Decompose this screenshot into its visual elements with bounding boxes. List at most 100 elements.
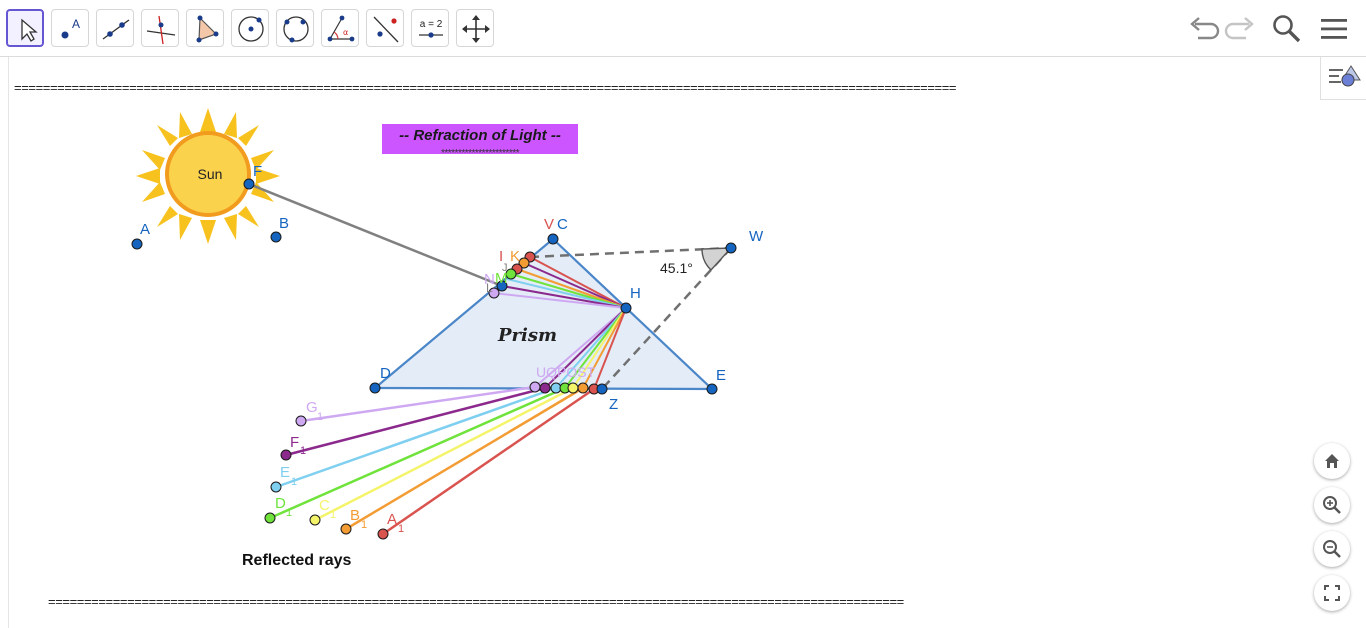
- home-icon: [1325, 454, 1339, 468]
- style-bar-toggle[interactable]: [1320, 57, 1366, 100]
- svg-text:1: 1: [398, 523, 404, 535]
- point-tool-button[interactable]: A: [51, 9, 89, 47]
- point-C: [547, 233, 559, 245]
- polygon-icon: [196, 15, 219, 43]
- point-B1: [340, 523, 352, 535]
- svg-text:1: 1: [291, 476, 297, 488]
- line-tool-button[interactable]: [96, 9, 134, 47]
- angle-icon: α: [327, 15, 355, 42]
- slider-icon: a = 2: [419, 19, 443, 38]
- angle-tool-button[interactable]: α: [321, 9, 359, 47]
- redo-icon: [1224, 17, 1254, 40]
- move-graphics-view-tool-button[interactable]: [456, 9, 494, 47]
- svg-text:a = 2: a = 2: [420, 19, 443, 30]
- undo-icon: [1190, 17, 1220, 40]
- label-G1: G: [306, 399, 318, 416]
- point-C1: [309, 514, 321, 526]
- point-B: [270, 231, 282, 243]
- label-K: K: [510, 248, 520, 265]
- sun-label: Sun: [198, 166, 223, 182]
- label-D1: D: [275, 495, 286, 512]
- zoom-in-button[interactable]: [1314, 487, 1350, 523]
- label-A: A: [140, 221, 150, 238]
- label-W: W: [749, 228, 764, 245]
- point-T: [577, 382, 589, 394]
- point-Z: [596, 383, 608, 395]
- point-D: [369, 382, 381, 394]
- label-F1: F: [290, 434, 299, 451]
- point-icon: A: [61, 17, 80, 39]
- label-A1: A: [387, 511, 397, 528]
- point-Q: [539, 382, 551, 394]
- point-W: [725, 242, 737, 254]
- perpendicular-icon: [146, 15, 176, 45]
- slider-tool-button[interactable]: a = 2: [411, 9, 449, 47]
- svg-text:α: α: [343, 28, 348, 37]
- point-E1: [270, 481, 282, 493]
- label-Z: Z: [609, 396, 618, 413]
- geometry-canvas[interactable]: Sun 45.1° A B F V C W H D E Z I K J M N …: [0, 57, 1366, 628]
- circle-3pts-icon: [283, 16, 309, 43]
- label-M: M: [495, 270, 508, 287]
- circle-center-point-tool-button[interactable]: [231, 9, 269, 47]
- label-B1: B: [350, 507, 360, 524]
- circle-icon: [238, 16, 264, 42]
- label-C1: C: [319, 497, 330, 514]
- angle-value: 45.1°: [660, 260, 693, 276]
- point-H: [620, 302, 632, 314]
- label-D: D: [380, 365, 391, 382]
- style-bar-icon: [1329, 65, 1361, 87]
- zoom-in-icon: [1323, 496, 1341, 514]
- main-menu-button[interactable]: [1317, 12, 1351, 46]
- point-S: [567, 382, 579, 394]
- label-H: H: [630, 285, 641, 302]
- point-F: [243, 178, 255, 190]
- perpendicular-line-tool-button[interactable]: [141, 9, 179, 47]
- zoom-out-icon: [1323, 540, 1341, 558]
- fullscreen-icon: [1324, 585, 1340, 601]
- label-UQPOST: UQPOST: [536, 364, 596, 380]
- point-D1: [264, 512, 276, 524]
- point-U: [529, 381, 541, 393]
- svg-text:1: 1: [317, 411, 323, 423]
- line-icon: [102, 19, 130, 40]
- arrow-cursor-icon: [21, 18, 38, 42]
- reflect-icon: [373, 16, 399, 43]
- svg-text:1: 1: [361, 519, 367, 531]
- point-F1: [280, 449, 292, 461]
- reflected-rays-caption: Reflected rays: [242, 552, 352, 569]
- point-A: [131, 238, 143, 250]
- prism-label: Prism: [497, 325, 557, 346]
- undo-button[interactable]: [1186, 12, 1220, 46]
- point-E: [706, 383, 718, 395]
- separator-top: ========================================…: [14, 80, 957, 95]
- point-M: [505, 268, 517, 280]
- label-V: V: [544, 216, 554, 233]
- svg-text:1: 1: [286, 507, 292, 519]
- move-view-icon: [462, 15, 490, 43]
- label-E: E: [716, 367, 726, 384]
- home-button[interactable]: [1314, 443, 1350, 479]
- label-E1: E: [280, 464, 290, 481]
- move-tool-button[interactable]: [6, 9, 44, 47]
- label-F: F: [253, 163, 262, 180]
- graphics-view[interactable]: Sun 45.1° A B F V C W H D E Z I K J M N …: [0, 57, 1366, 628]
- label-B: B: [279, 215, 289, 232]
- circle-three-points-tool-button[interactable]: [276, 9, 314, 47]
- svg-text:1: 1: [330, 509, 336, 521]
- incident-ray[interactable]: [248, 182, 503, 288]
- point-G1: [295, 415, 307, 427]
- label-C: C: [557, 216, 568, 233]
- menu-icon: [1321, 19, 1347, 39]
- redo-button[interactable]: [1224, 12, 1258, 46]
- point-A1: [377, 528, 389, 540]
- svg-text:1: 1: [300, 445, 306, 457]
- zoom-out-button[interactable]: [1314, 531, 1350, 567]
- page-title: -- Refraction of Light --: [399, 127, 561, 144]
- separator-bottom: ========================================…: [48, 594, 904, 609]
- polygon-tool-button[interactable]: [186, 9, 224, 47]
- fullscreen-button[interactable]: [1314, 575, 1350, 611]
- search-button[interactable]: [1270, 12, 1304, 46]
- svg-text:A: A: [72, 17, 80, 31]
- reflect-tool-button[interactable]: [366, 9, 404, 47]
